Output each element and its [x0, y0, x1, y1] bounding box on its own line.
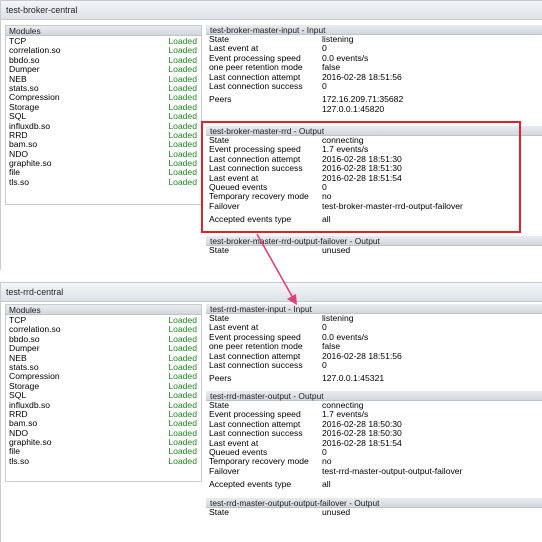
arrow-line [256, 233, 294, 299]
annotation-arrow [256, 233, 297, 305]
